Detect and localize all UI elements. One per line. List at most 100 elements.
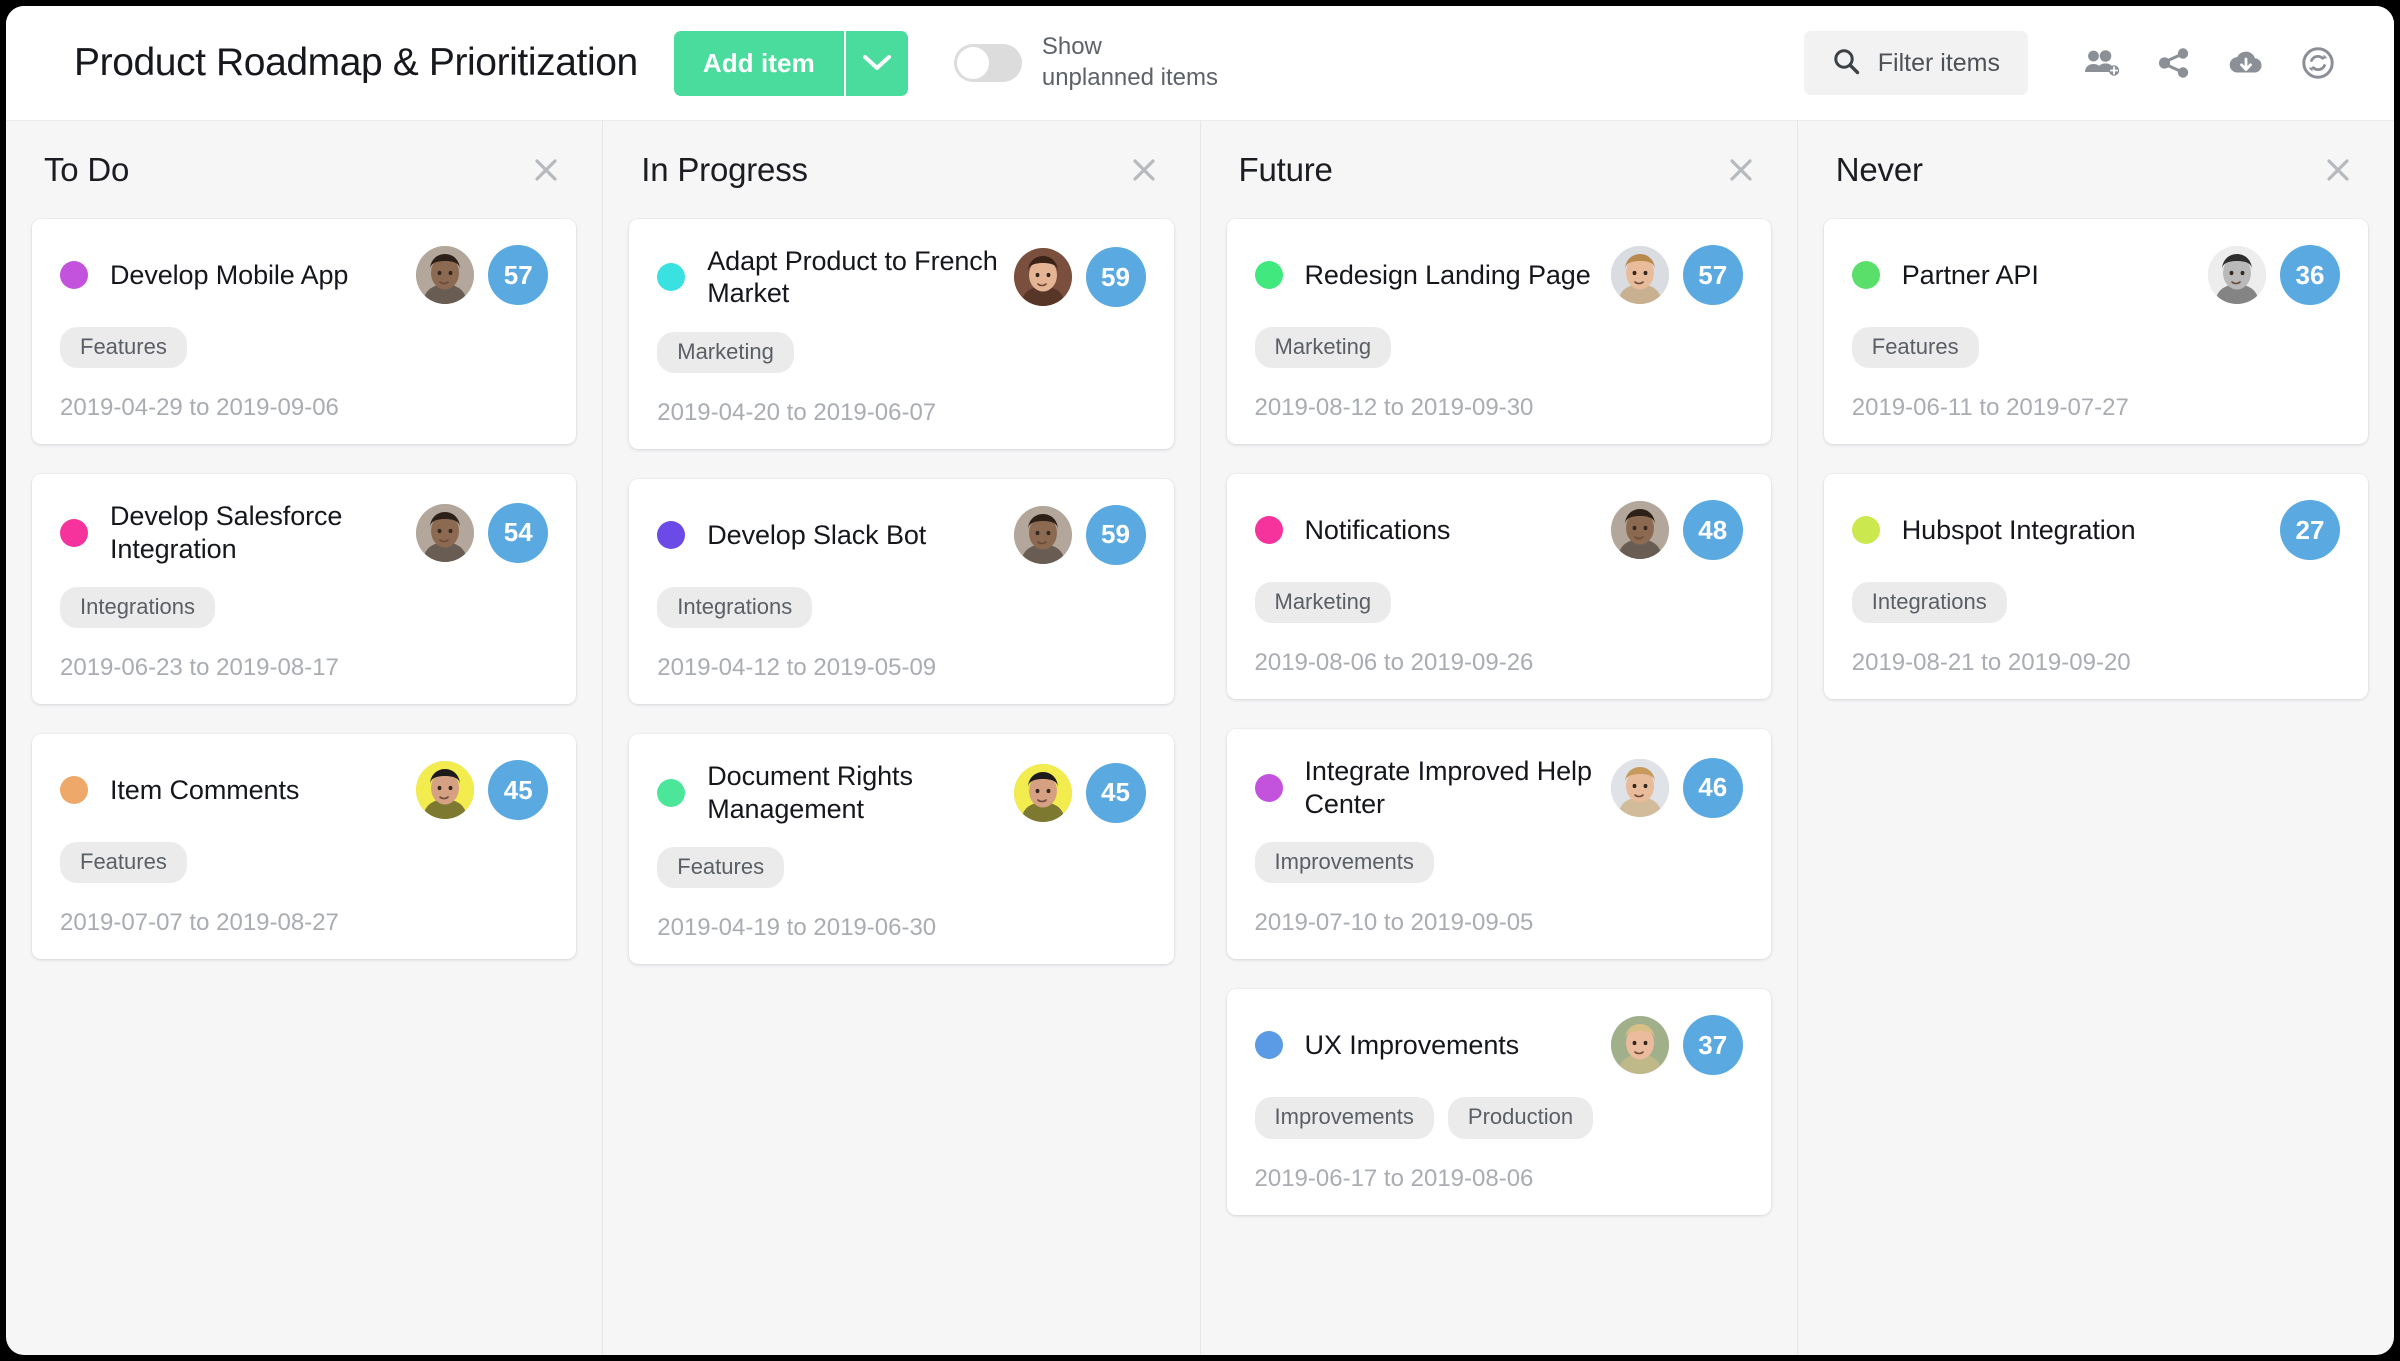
column-title: In Progress — [641, 151, 808, 189]
column-cards: Adapt Product to French Market 59 Marketin… — [629, 219, 1173, 1355]
roadmap-card[interactable]: Hubspot Integration27 Integrations 2019-08… — [1824, 474, 2368, 699]
column-cards: Develop Mobile App57Features2019-04-29 t… — [32, 219, 576, 1355]
card-color-dot — [1255, 516, 1283, 544]
assignee-avatar[interactable] — [2208, 246, 2266, 304]
priority-score-badge: 57 — [488, 245, 548, 305]
column-cards: Partner API36Features2019-06-11 to 2019-… — [1824, 219, 2368, 1355]
card-header: Redesign Landing Page57 — [1255, 245, 1743, 305]
assignee-avatar[interactable] — [1611, 759, 1669, 817]
add-item-button[interactable]: Add item — [674, 31, 844, 96]
card-title: Integrate Improved Help Center — [1305, 755, 1611, 820]
priority-score-badge: 48 — [1683, 500, 1743, 560]
assignee-avatar[interactable] — [416, 246, 474, 304]
share-icon[interactable] — [2138, 31, 2210, 95]
close-icon[interactable] — [2316, 148, 2360, 192]
card-title: Develop Mobile App — [110, 259, 416, 291]
show-unplanned-items-label: Show unplanned items — [1042, 32, 1218, 93]
card-title: Adapt Product to French Market — [707, 245, 1013, 310]
card-color-dot — [1852, 516, 1880, 544]
toggle-label-line1: Show — [1042, 32, 1218, 63]
priority-score-badge: 59 — [1086, 247, 1146, 307]
assignee-avatar[interactable] — [416, 504, 474, 562]
search-icon — [1832, 47, 1860, 80]
assignee-avatar[interactable] — [1014, 506, 1072, 564]
roadmap-card[interactable]: Develop Salesforce Integration54Integrat… — [32, 474, 576, 704]
assignee-avatar[interactable] — [1611, 1016, 1669, 1074]
assignee-avatar[interactable] — [1611, 246, 1669, 304]
card-tag[interactable]: Integrations — [60, 587, 215, 628]
card-title: Develop Slack Bot — [707, 519, 1013, 551]
roadmap-card[interactable]: Notifications48Marketing2019-08-06 to 20… — [1227, 474, 1771, 699]
roadmap-card[interactable]: Redesign Landing Page57Marketing2019-08-… — [1227, 219, 1771, 444]
show-unplanned-items-toggle[interactable] — [954, 44, 1022, 82]
card-tag[interactable]: Features — [1852, 327, 1979, 368]
card-header: Document Rights Management45 — [657, 760, 1145, 825]
add-item-dropdown-button[interactable] — [844, 31, 908, 96]
roadmap-card[interactable]: Develop Slack Bot59Integrations2019-04-1… — [629, 479, 1173, 704]
card-tags: Features — [60, 327, 548, 368]
card-color-dot — [657, 521, 685, 549]
card-tag[interactable]: Features — [60, 842, 187, 883]
card-title: Develop Salesforce Integration — [110, 500, 416, 565]
card-tag[interactable]: Features — [60, 327, 187, 368]
kanban-board: To Do Develop Mobile App 57 Features 2019-04… — [6, 121, 2394, 1355]
card-tags: Features — [657, 847, 1145, 888]
column-title: To Do — [44, 151, 129, 189]
card-color-dot — [1852, 261, 1880, 289]
roadmap-card[interactable]: Item Comments45Features2019-07-07 to 201… — [32, 734, 576, 959]
roadmap-card[interactable]: Integrate Improved Help Center46Improvem… — [1227, 729, 1771, 959]
assignee-avatar[interactable] — [1014, 248, 1072, 306]
toggle-label-line2: unplanned items — [1042, 63, 1218, 94]
card-tag[interactable]: Production — [1448, 1097, 1593, 1138]
card-tags: Marketing — [657, 332, 1145, 373]
card-title: Notifications — [1305, 514, 1611, 546]
card-tag[interactable]: Marketing — [657, 332, 794, 373]
card-tag[interactable]: Improvements — [1255, 842, 1434, 883]
card-header: UX Improvements37 — [1255, 1015, 1743, 1075]
card-date-range: 2019-08-21 to 2019-09-20 — [1852, 649, 2340, 677]
card-header: Item Comments45 — [60, 760, 548, 820]
assignee-avatar[interactable] — [1014, 764, 1072, 822]
page-title: Product Roadmap & Prioritization — [74, 41, 638, 85]
roadmap-card[interactable]: Partner API36Features2019-06-11 to 2019-… — [1824, 219, 2368, 444]
close-icon[interactable] — [1719, 148, 1763, 192]
card-tag[interactable]: Improvements — [1255, 1097, 1434, 1138]
card-date-range: 2019-04-19 to 2019-06-30 — [657, 914, 1145, 942]
card-color-dot — [60, 519, 88, 547]
roadmap-card[interactable]: Develop Mobile App57Features2019-04-29 t… — [32, 219, 576, 444]
card-color-dot — [60, 261, 88, 289]
cloud-download-icon[interactable] — [2210, 31, 2282, 95]
card-title: Redesign Landing Page — [1305, 259, 1611, 291]
board-column: In Progress Adapt Product to French Marke… — [603, 121, 1200, 1355]
assignee-avatar[interactable] — [416, 761, 474, 819]
board-column: Future Redesign Landing Page57 Marketing 20… — [1201, 121, 1798, 1355]
card-color-dot — [657, 779, 685, 807]
card-tag[interactable]: Features — [657, 847, 784, 888]
card-date-range: 2019-07-10 to 2019-09-05 — [1255, 909, 1743, 937]
card-tag[interactable]: Marketing — [1255, 582, 1392, 623]
board-column: NeverPartner API36Features2019-06-11 to … — [1798, 121, 2394, 1355]
assignee-avatar[interactable] — [1611, 501, 1669, 559]
card-tags: Integrations — [1852, 582, 2340, 623]
card-title: Hubspot Integration — [1902, 514, 2280, 546]
add-people-icon[interactable] — [2066, 31, 2138, 95]
column-title: Future — [1239, 151, 1333, 189]
card-tag[interactable]: Integrations — [657, 587, 812, 628]
sync-icon[interactable] — [2282, 31, 2354, 95]
column-cards: Redesign Landing Page57Marketing2019-08-… — [1227, 219, 1771, 1355]
close-icon[interactable] — [524, 148, 568, 192]
card-tag[interactable]: Integrations — [1852, 582, 2007, 623]
card-header: Hubspot Integration27 — [1852, 500, 2340, 560]
card-color-dot — [1255, 261, 1283, 289]
roadmap-card[interactable]: Document Rights Management45 Features 2019… — [629, 734, 1173, 964]
priority-score-badge: 45 — [1086, 763, 1146, 823]
board-column: To DoDevelop Mobile App57Features2019-04… — [6, 121, 603, 1355]
card-tag[interactable]: Marketing — [1255, 327, 1392, 368]
filter-items-button[interactable]: Filter items — [1804, 31, 2028, 95]
close-icon[interactable] — [1122, 148, 1166, 192]
card-tags: Integrations — [657, 587, 1145, 628]
filter-items-label: Filter items — [1878, 49, 2000, 78]
card-tags: Improvements — [1255, 842, 1743, 883]
roadmap-card[interactable]: Adapt Product to French Market 59 Marketin… — [629, 219, 1173, 449]
roadmap-card[interactable]: UX Improvements37ImprovementsProduction2… — [1227, 989, 1771, 1214]
